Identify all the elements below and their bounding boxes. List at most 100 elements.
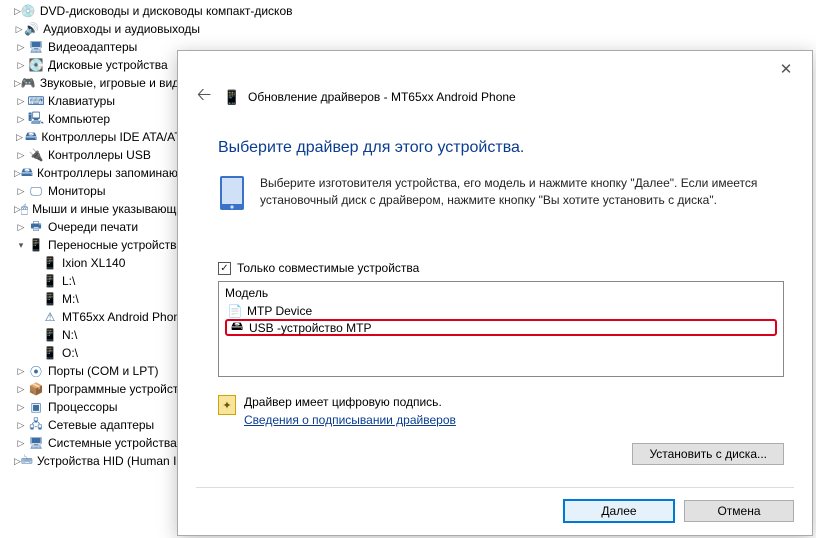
expand-icon: ▷ — [14, 186, 28, 197]
signature-info-link[interactable]: Сведения о подписывании драйверов — [244, 413, 456, 427]
tree-item[interactable]: 📱 O:\ — [0, 344, 200, 362]
device-type-icon: ▣ — [28, 399, 44, 415]
device-type-icon: ⚠ — [42, 309, 58, 325]
device-type-icon: 🖮 — [21, 453, 33, 469]
tree-item[interactable]: ▷⦿ Порты (COM и LPT) — [0, 362, 200, 380]
back-button[interactable]: 🡠 — [192, 85, 216, 109]
expand-icon: ▷ — [14, 420, 28, 431]
device-icon — [218, 175, 246, 211]
tree-item[interactable]: 📱M:\ — [0, 290, 200, 308]
tree-item-label: Клавиатуры — [48, 94, 115, 108]
tree-item-label: Переносные устройства — [48, 238, 183, 252]
tree-item-label: DVD-дисководы и дисководы компакт-дисков — [40, 4, 293, 18]
dialog-title: Обновление драйверов - MT65xx Android Ph… — [248, 90, 516, 104]
expand-icon: ▷ — [14, 6, 21, 17]
device-type-icon: ⌨ — [28, 93, 44, 109]
tree-item[interactable]: ▷🖶Очереди печати — [0, 218, 200, 236]
tree-item[interactable]: ▷🖴Контроллеры запоминающих устройств — [0, 164, 200, 182]
expand-icon: ▷ — [14, 402, 28, 413]
tree-item[interactable]: ▷🖮Устройства HID (Human Interface Device… — [0, 452, 200, 470]
expand-icon: ▷ — [14, 96, 28, 107]
tree-item[interactable]: 📱L:\ — [0, 272, 200, 290]
tree-item[interactable]: ▷⌨ Клавиатуры — [0, 92, 200, 110]
cancel-button[interactable]: Отмена — [684, 500, 794, 522]
device-type-icon: 📱 — [42, 273, 58, 289]
tree-item[interactable]: ▷🖵Мониторы — [0, 182, 200, 200]
tree-item[interactable]: ▷🖥Системные устройства — [0, 434, 200, 452]
model-icon: 📄 — [227, 304, 243, 318]
tree-item[interactable]: ▷🔌Контроллеры USB — [0, 146, 200, 164]
tree-item-label: Компьютер — [48, 112, 110, 126]
expand-icon: ▾ — [14, 240, 28, 251]
expand-icon: ▷ — [14, 132, 25, 143]
checkbox-icon: ✓ — [218, 262, 231, 275]
tree-item-label: Процессоры — [48, 400, 118, 414]
tree-item[interactable]: ▷🖳Компьютер — [0, 110, 200, 128]
tree-item-label: M:\ — [62, 292, 79, 306]
instruction-text: Выберите изготовителя устройства, его мо… — [260, 175, 784, 211]
expand-icon: ▷ — [14, 42, 28, 53]
tree-item-label: Аудиовходы и аудиовыходы — [43, 22, 200, 36]
tree-item[interactable]: ▷💿DVD-дисководы и дисководы компакт-диск… — [0, 2, 200, 20]
device-tree: ▷💿DVD-дисководы и дисководы компакт-диск… — [0, 0, 200, 472]
tree-item-label: N:\ — [62, 328, 77, 342]
tree-item[interactable]: 📱Ixion XL140 — [0, 254, 200, 272]
tree-item[interactable]: ▷🎮Звуковые, игровые и видеоустройства — [0, 74, 200, 92]
expand-icon: ▷ — [14, 438, 28, 449]
tree-item-label: Очереди печати — [48, 220, 138, 234]
tree-item-label: MT65xx Android Phone — [62, 310, 187, 324]
tree-item[interactable]: ▷💽Дисковые устройства — [0, 56, 200, 74]
signature-row: ✦ Драйвер имеет цифровую подпись. Сведен… — [218, 395, 784, 427]
expand-icon: ▷ — [14, 78, 21, 89]
expand-icon: ▷ — [14, 168, 21, 179]
device-type-icon: 📱 — [28, 237, 44, 253]
model-list-item[interactable]: 🖴USB -устройство MTP — [225, 319, 777, 336]
tree-item[interactable]: ▷🖥 Видеоадаптеры — [0, 38, 200, 56]
tree-item-label: Программные устройства — [48, 382, 191, 396]
model-label: USB -устройство MTP — [249, 321, 372, 335]
device-type-icon: ⦿ — [28, 363, 44, 379]
tree-item[interactable]: ▷🖴Контроллеры IDE ATA/ATAPI — [0, 128, 200, 146]
device-type-icon: 🖵 — [28, 183, 44, 199]
device-type-icon: 💽 — [28, 57, 44, 73]
tree-item[interactable]: ▾📱 Переносные устройства — [0, 236, 200, 254]
device-type-icon: 📱 — [42, 345, 58, 361]
tree-item-label: Сетевые адаптеры — [48, 418, 154, 432]
tree-item[interactable]: ▷🖧 Сетевые адаптеры — [0, 416, 200, 434]
device-type-icon: 🔊 — [24, 21, 39, 37]
expand-icon: ▷ — [14, 366, 28, 377]
signature-text: Драйвер имеет цифровую подпись. — [244, 395, 456, 409]
compatible-label: Только совместимые устройства — [237, 261, 419, 275]
expand-icon: ▷ — [14, 204, 21, 215]
tree-item[interactable]: ⚠ MT65xx Android Phone — [0, 308, 200, 326]
tree-item[interactable]: 📱 N:\ — [0, 326, 200, 344]
install-from-disk-button[interactable]: Установить с диска... — [632, 443, 784, 465]
dialog-heading: Выберите драйвер для этого устройства. — [218, 139, 784, 157]
phone-icon: 📱 — [224, 85, 240, 109]
tree-item-label: Ixion XL140 — [62, 256, 125, 270]
device-type-icon: 📱 — [42, 327, 58, 343]
device-type-icon: 🖥 — [28, 39, 44, 55]
tree-item-label: Видеоадаптеры — [48, 40, 137, 54]
update-driver-dialog: ✕ 🡠 📱 Обновление драйверов - MT65xx Andr… — [177, 50, 813, 536]
model-listbox[interactable]: Модель 📄MTP Device🖴USB -устройство MTP — [218, 281, 784, 377]
tree-item-label: Контроллеры USB — [48, 148, 151, 162]
tree-item[interactable]: ▷🔊Аудиовходы и аудиовыходы — [0, 20, 200, 38]
compatible-checkbox-row[interactable]: ✓ Только совместимые устройства — [218, 261, 784, 275]
expand-icon: ▷ — [14, 222, 28, 233]
device-type-icon: 🖧 — [28, 417, 44, 433]
device-type-icon: 🖱 — [21, 201, 28, 217]
tree-item-label: Порты (COM и LPT) — [48, 364, 159, 378]
tree-item[interactable]: ▷🖱Мыши и иные указывающие устройства — [0, 200, 200, 218]
model-list-item[interactable]: 📄 MTP Device — [225, 302, 777, 319]
tree-item-label: Системные устройства — [48, 436, 177, 450]
certificate-icon: ✦ — [218, 395, 236, 415]
model-label: MTP Device — [247, 304, 312, 318]
next-button[interactable]: Далее — [564, 500, 674, 522]
device-type-icon: 🎮 — [21, 75, 36, 91]
tree-item[interactable]: ▷▣ Процессоры — [0, 398, 200, 416]
close-button[interactable]: ✕ — [764, 55, 808, 83]
tree-item-label: O:\ — [62, 346, 78, 360]
expand-icon: ▷ — [14, 150, 28, 161]
tree-item[interactable]: ▷📦Программные устройства — [0, 380, 200, 398]
